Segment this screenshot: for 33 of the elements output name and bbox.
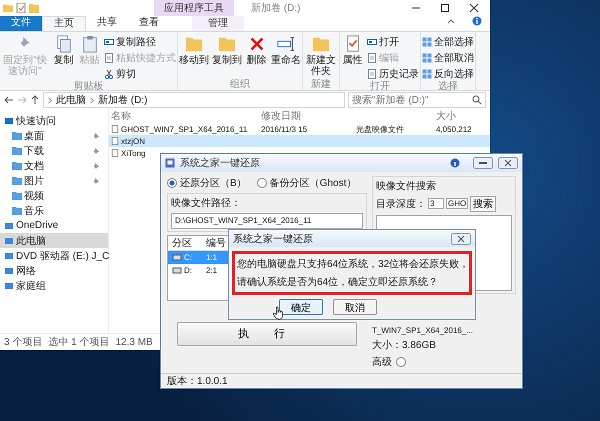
table-cell: D: (184, 266, 192, 275)
file-type: 光盘映像文件 (356, 124, 405, 134)
ribbon-group-label: 选择 (437, 81, 459, 92)
version-text: 版本：1.0.0.1 (167, 374, 228, 388)
ribbon-group-label: 组织 (229, 79, 251, 90)
file-date: 2016/11/3 15 (261, 124, 308, 134)
ribbon-group-label: 剪贴板 (72, 81, 104, 92)
item-count: 3 个项目 (4, 336, 42, 349)
depth-label: 目录深度： (376, 198, 426, 211)
dialog-title: 系统之家一键还原 (233, 232, 313, 246)
column-header: 编号 (205, 236, 227, 250)
file-name: GHOST_WIN7_SP1_X64_2016_11 (121, 124, 248, 134)
window-title: 新加卷 (D:) (251, 2, 300, 15)
ribbon-group-label: 新建 (310, 79, 332, 90)
section-title: 映像文件搜索 (376, 180, 437, 193)
column-header: 分区 (171, 236, 193, 250)
message-text: 请确认系统是否为64位，确定立即还原系统？ (237, 276, 440, 289)
table-cell-text: 2:1 (205, 266, 218, 275)
image-file-name: T_WIN7_SP1_X64_2016_... (372, 326, 474, 335)
table-cell-text: 1:1 (205, 252, 218, 262)
selection-size: 12.3 MB (115, 336, 153, 348)
image-size: 大小：3.86GB (372, 338, 437, 352)
selection-count: 选中 1 个项目 (48, 336, 110, 349)
table-cell: C: (184, 252, 192, 262)
path-label: 映像文件路径： (171, 196, 242, 210)
ribbon-group-label: 打开 (369, 81, 391, 92)
message-text: 您的电脑硬盘只支持64位系统，32位将会还原失败， (237, 258, 467, 271)
file-name: xtzjON (121, 136, 145, 146)
dialog-title: 系统之家一键还原 (180, 156, 260, 170)
file-name: XiTong (121, 148, 146, 158)
advanced-label: 高级 (372, 356, 392, 369)
file-size: 4,050,212 (436, 124, 473, 134)
context-tab-header: 应用程序工具 (154, 0, 234, 16)
